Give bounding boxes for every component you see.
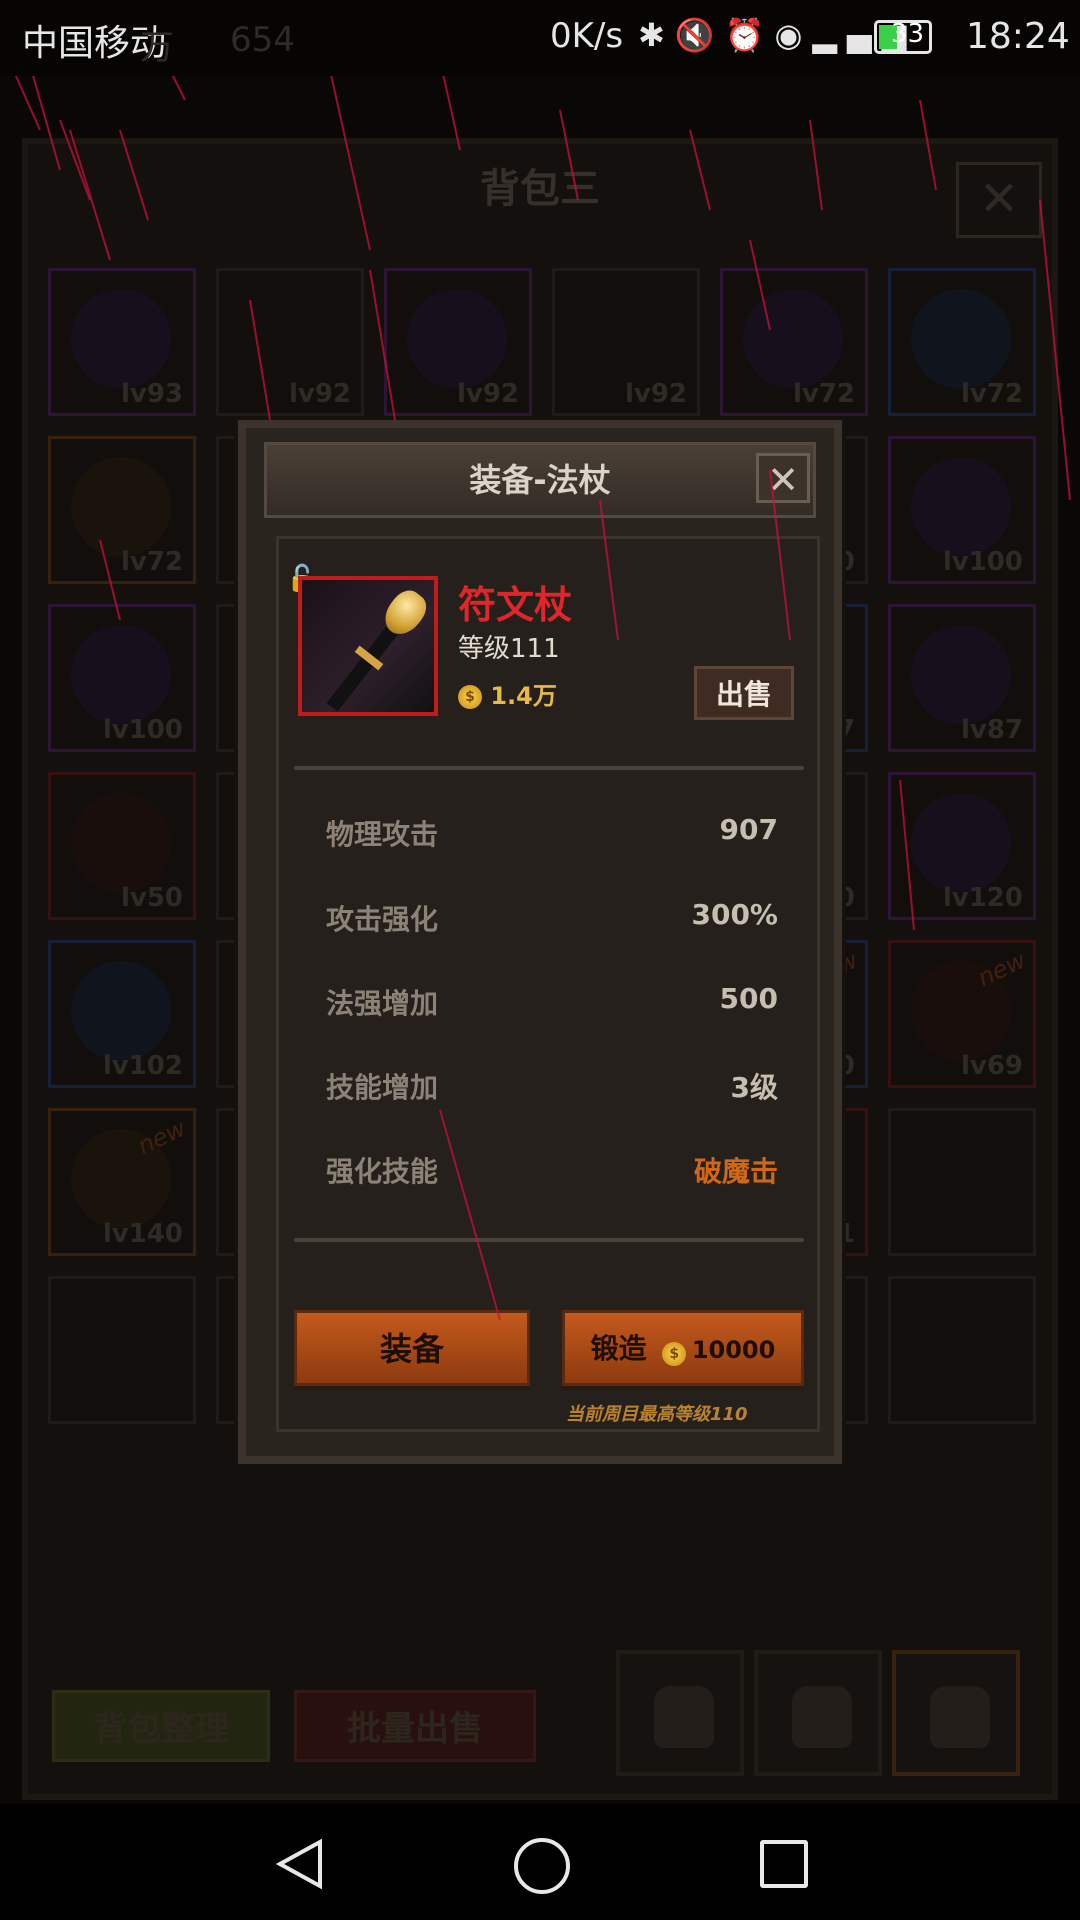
divider: [294, 766, 804, 770]
hud-hidden-text: 万: [140, 28, 174, 68]
stat-value: 907: [719, 813, 778, 846]
stat-label: 技能增加: [326, 1071, 439, 1104]
dialog-title: 装备-法杖: [469, 461, 611, 499]
stat-label: 物理攻击: [326, 818, 439, 851]
clock: 18:24: [966, 16, 1070, 57]
status-bar: 中国移动 万 654 0K/s ✱🔇⏰◉▂▄▆ 33 18:24: [0, 0, 1080, 76]
dialog-close-button[interactable]: ✕: [756, 453, 810, 503]
recent-apps-icon[interactable]: [760, 1840, 808, 1888]
divider: [294, 1238, 804, 1242]
stat-label: 攻击强化: [326, 903, 439, 936]
stat-label: 强化技能: [326, 1155, 439, 1188]
forge-button[interactable]: 锻造 $ 10000: [562, 1310, 804, 1386]
alarm-icon: ⏰: [724, 16, 775, 54]
network-speed: 0K/s: [550, 16, 624, 56]
forge-cost: 10000: [691, 1336, 776, 1364]
mute-icon: 🔇: [674, 16, 725, 54]
coin-icon: $: [662, 1341, 687, 1366]
staff-item-icon: [298, 576, 438, 716]
home-icon[interactable]: [514, 1838, 570, 1894]
coin-icon: $: [458, 685, 482, 709]
bluetooth-icon: ✱: [638, 16, 675, 54]
hud-hidden-number: 654: [230, 20, 295, 60]
dialog-header: 装备-法杖: [264, 442, 816, 518]
equip-label: 装备: [379, 1330, 444, 1368]
battery-icon: 33: [874, 19, 932, 54]
stat-value: 3级: [730, 1071, 778, 1104]
forge-label: 锻造: [590, 1332, 647, 1365]
stat-value: 300%: [691, 898, 778, 931]
equip-button[interactable]: 装备: [294, 1310, 530, 1386]
item-name: 符文杖: [458, 583, 573, 627]
item-price: $ 1.4万: [458, 676, 557, 711]
sell-button[interactable]: 出售: [694, 666, 794, 720]
item-level: 等级111: [458, 634, 560, 664]
equipment-dialog: 装备-法杖 ✕ 🔓 符文杖 等级111 $ 1.4万 出售 物理攻击907攻击强…: [238, 420, 842, 1464]
stat-value: 500: [719, 982, 778, 1015]
stat-label: 法强增加: [326, 987, 439, 1020]
item-price-value: 1.4万: [490, 682, 557, 710]
stat-value: 破魔击: [693, 1155, 778, 1188]
max-level-note: 当前周目最高等级110: [566, 1404, 748, 1425]
eye-icon: ◉: [774, 16, 813, 54]
navigation-bar: [0, 1804, 1080, 1920]
back-icon[interactable]: [276, 1838, 324, 1890]
